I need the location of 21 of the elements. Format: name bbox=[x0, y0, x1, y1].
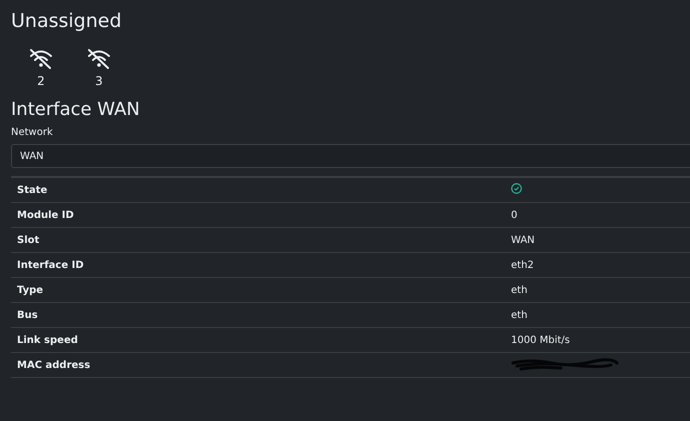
property-label: Interface ID bbox=[17, 260, 85, 270]
property-label: Slot bbox=[17, 234, 40, 246]
property-label: MAC address bbox=[17, 360, 92, 370]
property-value: eth bbox=[511, 284, 528, 296]
property-value: 0 bbox=[511, 210, 518, 220]
field-label: Network bbox=[11, 127, 54, 138]
port-number: 2 bbox=[37, 74, 45, 88]
section-title: Interface WAN bbox=[11, 98, 141, 122]
redaction-scribble-icon bbox=[511, 356, 619, 370]
property-label: Link speed bbox=[17, 334, 79, 346]
property-label: Bus bbox=[17, 310, 39, 320]
property-value: WAN bbox=[511, 234, 535, 246]
property-value: eth2 bbox=[511, 260, 534, 270]
property-label: Type bbox=[17, 284, 44, 296]
network-field[interactable]: WAN bbox=[11, 144, 690, 168]
property-value: eth bbox=[511, 310, 528, 320]
property-label: Module ID bbox=[17, 210, 75, 220]
property-label: State bbox=[17, 184, 48, 196]
port-number: 3 bbox=[95, 74, 103, 88]
property-value: 1000 Mbit/s bbox=[511, 334, 570, 346]
section-title: Unassigned bbox=[11, 9, 123, 34]
